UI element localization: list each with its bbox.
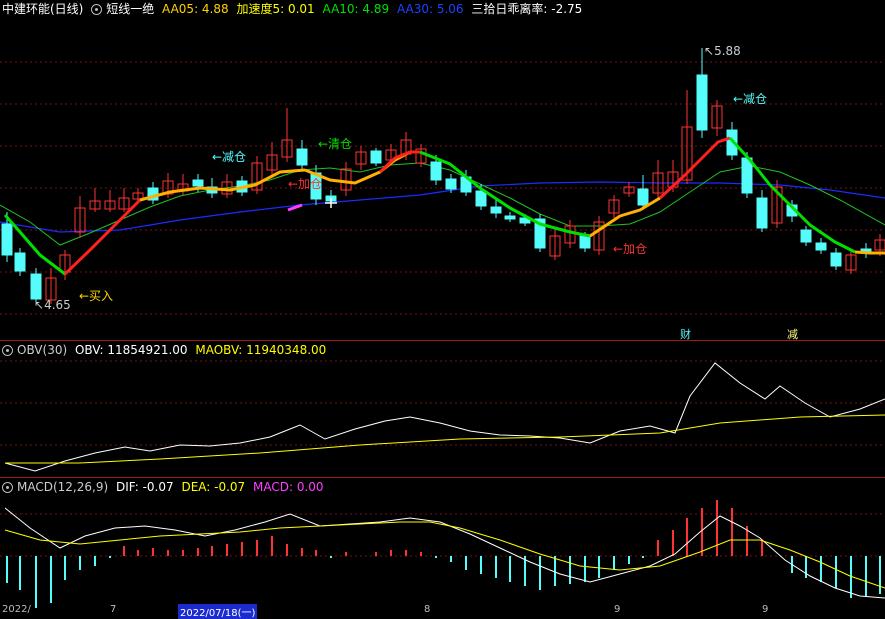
tag-cai[interactable]: 财 (678, 326, 693, 340)
obv-panel[interactable]: OBV(30) OBV: 11854921.00 MAOBV: 11940348… (0, 341, 885, 477)
maobv-value: MAOBV: 11940348.00 (195, 343, 327, 357)
x-axis-label: 9 (762, 604, 769, 615)
accel-value: 加速度5: 0.01 (236, 2, 315, 16)
signal-plus-1: ←加仓 (288, 177, 323, 191)
candle-body (696, 74, 708, 131)
signal-plus-2: ←加仓 (613, 242, 648, 256)
low-price-label: ↖4.65 (34, 298, 71, 312)
obv-name[interactable]: OBV(30) (17, 343, 67, 357)
macd-panel-header: MACD(12,26,9) DIF: -0.07 DEA: -0.07 MACD… (2, 480, 328, 495)
indicator-name[interactable]: 短线一绝 (106, 2, 154, 16)
candle-body (504, 215, 516, 220)
aa05-trend-line (728, 136, 856, 254)
macd-chart[interactable] (0, 478, 885, 617)
candle-body (192, 179, 204, 187)
signal-clear: ←清仓 (318, 137, 353, 151)
candle-body (1, 223, 13, 256)
x-axis-label: 9 (614, 604, 621, 615)
candle-body (830, 252, 842, 267)
candle-body (637, 188, 649, 206)
obv-chart[interactable] (0, 341, 885, 477)
signal-reduce-1: ←减仓 (212, 150, 247, 164)
macd-name[interactable]: MACD(12,26,9) (17, 480, 108, 494)
x-axis-label: 7 (110, 604, 117, 615)
obv-panel-header: OBV(30) OBV: 11854921.00 MAOBV: 11940348… (2, 343, 330, 358)
aa10-value: AA10: 4.89 (322, 2, 390, 16)
obv-line (4, 362, 885, 472)
candle-body (370, 150, 382, 164)
candle-body (741, 157, 753, 194)
bias-value: 三拾日乖离率: -2.75 (471, 2, 583, 16)
maobv-line (5, 414, 885, 464)
candle-body (579, 235, 591, 249)
price-panel[interactable]: 中建环能(日线) 短线一绝 AA05: 4.88 加速度5: 0.01 AA10… (0, 0, 885, 340)
macd-settings-icon[interactable] (2, 482, 13, 493)
aa05-value: AA05: 4.88 (162, 2, 229, 16)
candle-body (445, 178, 457, 190)
candle-body (800, 229, 812, 243)
macd-panel[interactable]: MACD(12,26,9) DIF: -0.07 DEA: -0.07 MACD… (0, 478, 885, 617)
candle-body (815, 242, 827, 251)
aa05-trend-line (63, 198, 142, 276)
aa05-trend-line (854, 250, 885, 255)
candle-body (30, 273, 42, 300)
candle-body (756, 197, 768, 229)
signal-buy: ←买入 (79, 289, 114, 303)
x-axis-label: 8 (424, 604, 431, 615)
candle-body (490, 206, 502, 214)
indicator-settings-icon[interactable] (91, 4, 103, 15)
candle-body (14, 252, 26, 272)
x-axis-label: 2022/ (2, 604, 31, 615)
obv-value: OBV: 11854921.00 (74, 343, 188, 357)
dea-value: DEA: -0.07 (181, 480, 246, 494)
aa30-value: AA30: 5.06 (396, 2, 464, 16)
aa05-trend-line (3, 214, 66, 276)
candle-body (430, 161, 442, 181)
candle-body (475, 190, 487, 207)
price-panel-header: 中建环能(日线) 短线一绝 AA05: 4.88 加速度5: 0.01 AA10… (2, 2, 586, 17)
high-price-label: ↖5.88 (704, 44, 741, 58)
obv-settings-icon[interactable] (2, 345, 13, 356)
stock-title[interactable]: 中建环能(日线) (2, 2, 83, 16)
macd-value: MACD: 0.00 (253, 480, 324, 494)
tag-jian[interactable]: 减 (785, 326, 800, 340)
dif-value: DIF: -0.07 (115, 480, 174, 494)
signal-reduce-2: ←减仓 (733, 92, 768, 106)
candlestick-chart[interactable] (0, 0, 885, 340)
candle-body (296, 148, 308, 166)
